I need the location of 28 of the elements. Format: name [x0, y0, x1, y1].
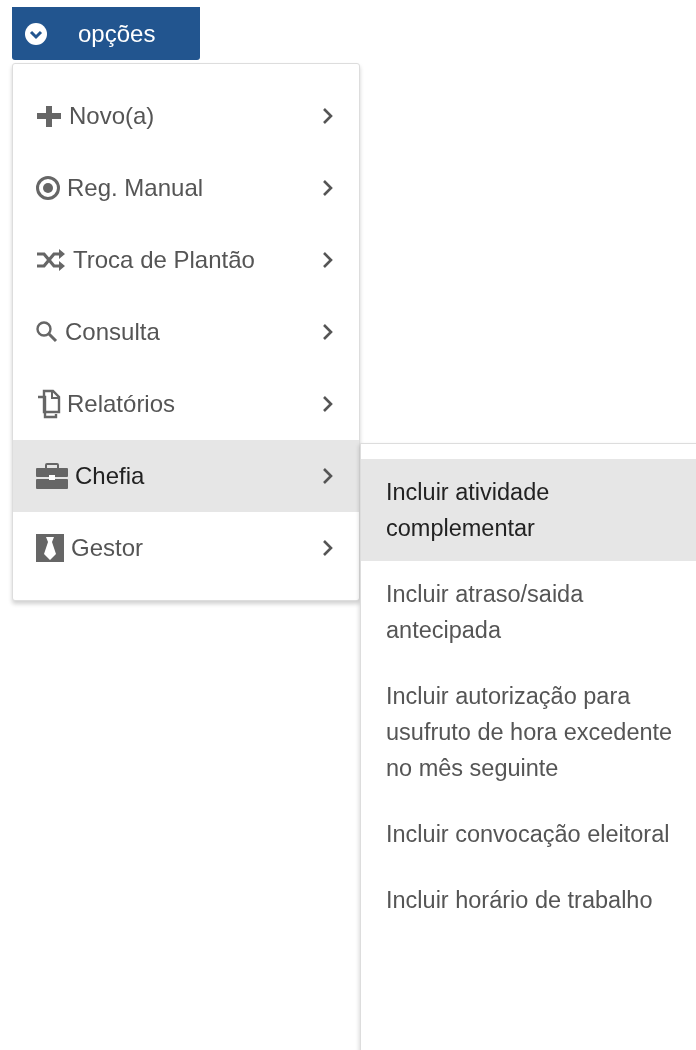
submenu-item[interactable]: Incluir horário de trabalho	[361, 867, 696, 933]
documents-icon	[35, 388, 61, 420]
menu-item[interactable]: Gestor	[13, 512, 359, 584]
briefcase-icon	[35, 462, 69, 490]
chevron-right-icon	[321, 466, 335, 486]
menu-item[interactable]: Consulta	[13, 296, 359, 368]
shuffle-icon	[35, 248, 67, 272]
chevron-right-icon	[321, 322, 335, 342]
tie-icon	[35, 533, 65, 563]
menu-item[interactable]: Reg. Manual	[13, 152, 359, 224]
chevron-right-icon	[321, 250, 335, 270]
menu-item[interactable]: Relatórios	[13, 368, 359, 440]
search-icon	[35, 320, 59, 344]
submenu-item[interactable]: Incluir atraso/saida antecipada	[361, 561, 696, 663]
menu-item[interactable]: Novo(a)	[13, 80, 359, 152]
menu-item[interactable]: Chefia	[13, 440, 359, 512]
options-button[interactable]: opções	[12, 7, 200, 60]
chevron-right-icon	[321, 178, 335, 198]
radio-icon	[35, 175, 61, 201]
submenu-item[interactable]: Incluir autorização para usufruto de hora excedente no mês seguinte	[361, 663, 696, 801]
plus-icon	[35, 104, 63, 128]
submenu-item[interactable]: Incluir convocação eleitoral	[361, 801, 696, 867]
menu-item[interactable]: Troca de Plantão	[13, 224, 359, 296]
submenu-item[interactable]: Incluir atividade complementar	[361, 459, 696, 561]
chevron-right-icon	[321, 106, 335, 126]
chevron-right-icon	[321, 538, 335, 558]
chevron-down-icon	[24, 21, 48, 46]
chevron-right-icon	[321, 394, 335, 414]
